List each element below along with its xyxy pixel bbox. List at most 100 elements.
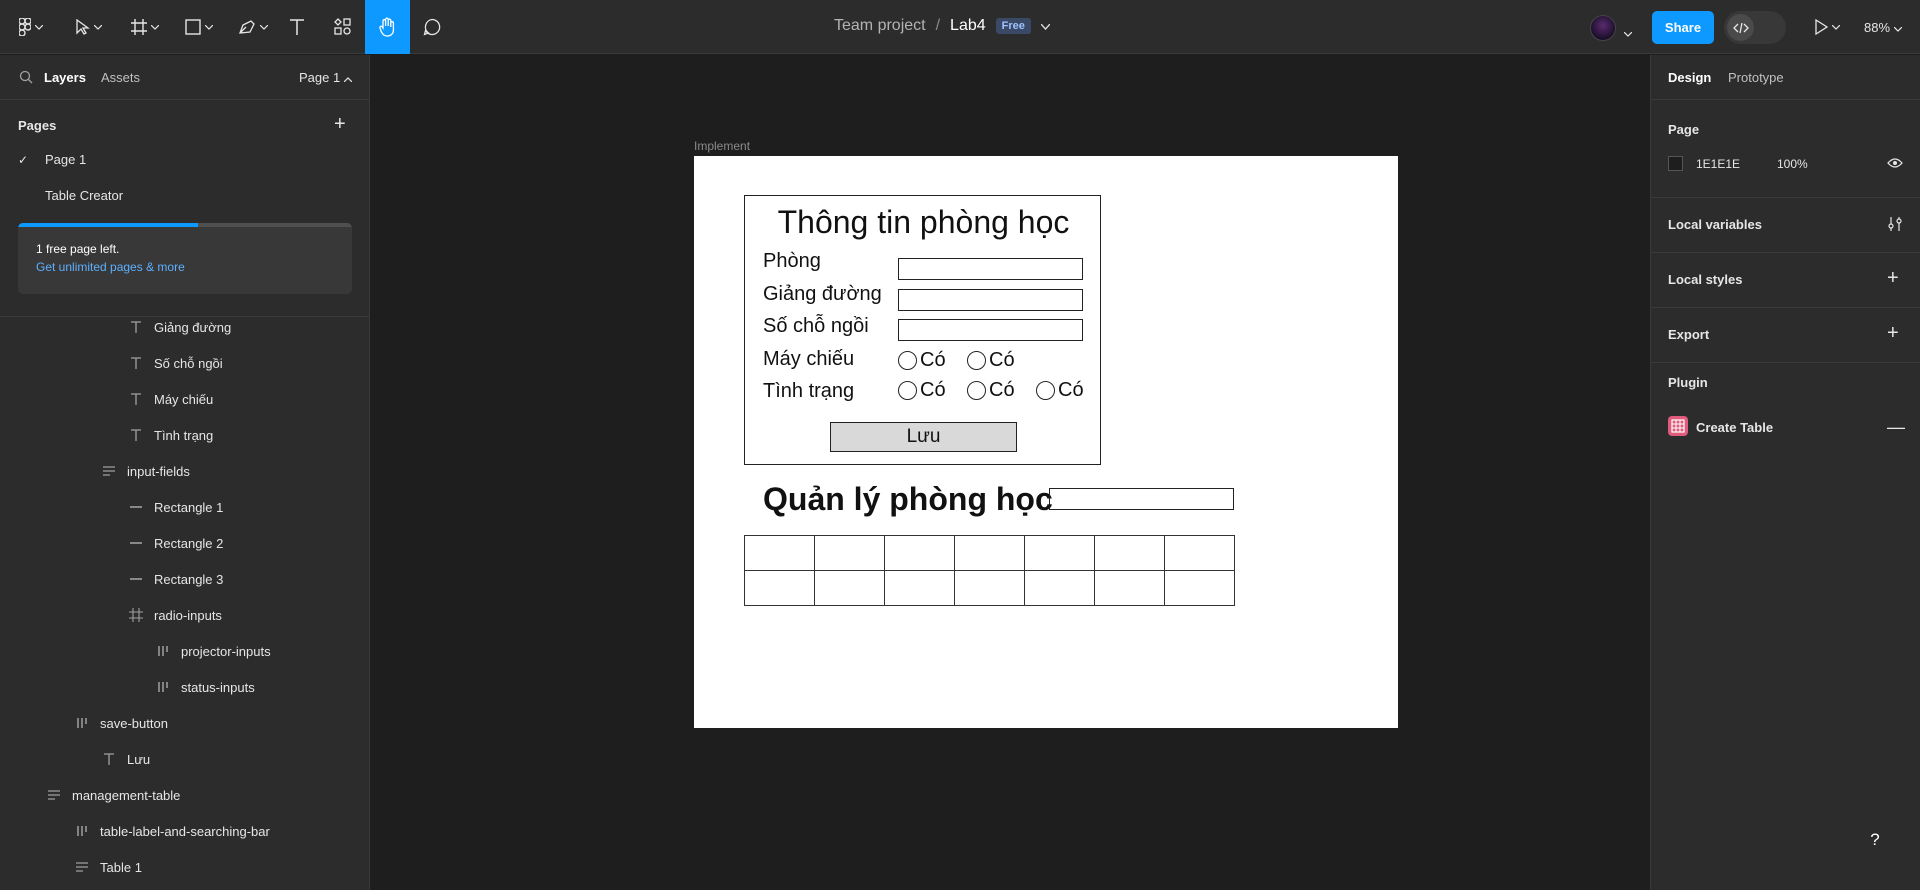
move-tool-button[interactable]	[70, 7, 108, 47]
layer-item[interactable]: table-label-and-searching-bar	[74, 821, 270, 841]
implement-frame[interactable]: Thông tin phòng học Phòng Giảng đường Số…	[694, 156, 1398, 728]
layer-item[interactable]: Rectangle 1	[128, 497, 223, 517]
free-pages-progress	[18, 223, 352, 227]
file-menu-chevron-icon[interactable]	[1040, 17, 1051, 35]
page-color-value[interactable]: 1E1E1E	[1696, 157, 1740, 171]
page-item-page-1[interactable]: Page 1	[45, 152, 86, 167]
add-page-icon[interactable]: +	[334, 114, 346, 134]
radio-status-1[interactable]: Có	[898, 379, 946, 402]
local-styles-label: Local styles	[1668, 272, 1743, 287]
radio-status-2[interactable]: Có	[967, 379, 1015, 402]
input-so-cho-ngoi[interactable]	[898, 319, 1083, 341]
room-info-form[interactable]: Thông tin phòng học Phòng Giảng đường Số…	[744, 195, 1101, 465]
hand-icon	[378, 17, 397, 37]
layer-item[interactable]: Rectangle 2	[128, 533, 223, 553]
zoom-control[interactable]: 88%	[1864, 20, 1903, 35]
frame-tool-button[interactable]	[126, 7, 164, 47]
main-menu-button[interactable]	[14, 7, 48, 47]
upgrade-link[interactable]: Get unlimited pages & more	[36, 260, 185, 274]
table-cell[interactable]	[1094, 535, 1165, 571]
layer-item[interactable]: Số chỗ ngồi	[128, 353, 223, 373]
shape-tool-button[interactable]	[180, 7, 218, 47]
file-name[interactable]: Lab4	[950, 17, 986, 35]
remove-plugin-icon[interactable]: —	[1887, 417, 1905, 438]
tab-design[interactable]: Design	[1668, 70, 1711, 85]
layer-item[interactable]: Lưu	[101, 749, 150, 769]
left-sidebar: Layers Assets Page 1 Pages + ✓ Page 1 Ta…	[0, 55, 370, 890]
horizontal-stack-icon	[74, 715, 90, 731]
hand-tool-button[interactable]	[365, 0, 410, 54]
table-cell[interactable]	[1164, 535, 1235, 571]
label-phong: Phòng	[763, 250, 821, 272]
radio-label: Có	[989, 379, 1015, 401]
text-tool-button[interactable]	[286, 7, 308, 47]
table-cell[interactable]	[884, 535, 955, 571]
search-icon[interactable]	[19, 70, 33, 87]
table-cell[interactable]	[1094, 570, 1165, 606]
page-selector[interactable]: Page 1	[299, 70, 353, 85]
resources-button[interactable]	[330, 7, 356, 47]
layer-item[interactable]: radio-inputs	[128, 605, 222, 625]
layer-item[interactable]: management-table	[46, 785, 180, 805]
table-cell[interactable]	[814, 570, 885, 606]
text-icon	[128, 391, 144, 407]
layer-item[interactable]: projector-inputs	[155, 641, 271, 661]
text-icon	[128, 427, 144, 443]
layer-item[interactable]: Máy chiếu	[128, 389, 213, 409]
search-input[interactable]	[1049, 488, 1234, 510]
text-icon	[101, 751, 117, 767]
variables-icon[interactable]	[1887, 216, 1903, 235]
table-cell[interactable]	[954, 535, 1025, 571]
table-cell[interactable]	[744, 570, 815, 606]
page-color-swatch[interactable]	[1668, 156, 1683, 171]
management-table[interactable]	[744, 535, 1235, 606]
help-button[interactable]: ?	[1858, 823, 1892, 857]
label-so-cho-ngoi: Số chỗ ngồi	[763, 315, 869, 337]
save-button[interactable]: Lưu	[830, 422, 1017, 452]
plugin-name[interactable]: Create Table	[1696, 420, 1773, 435]
pen-tool-button[interactable]	[234, 7, 272, 47]
radio-status-3[interactable]: Có	[1036, 379, 1084, 402]
present-button[interactable]	[1810, 7, 1844, 47]
table-cell[interactable]	[1164, 570, 1235, 606]
team-name[interactable]: Team project	[834, 17, 926, 35]
layer-label: Rectangle 1	[154, 499, 224, 515]
share-button[interactable]: Share	[1652, 11, 1714, 44]
tab-assets[interactable]: Assets	[101, 70, 140, 85]
table-cell[interactable]	[1024, 535, 1095, 571]
add-export-icon[interactable]: +	[1887, 323, 1899, 343]
page-item-table-creator[interactable]: Table Creator	[45, 188, 123, 203]
frame-label[interactable]: Implement	[694, 139, 750, 153]
tab-prototype[interactable]: Prototype	[1728, 70, 1784, 85]
layer-item[interactable]: save-button	[74, 713, 168, 733]
layer-label: Table 1	[100, 859, 142, 875]
table-cell[interactable]	[744, 535, 815, 571]
table-cell[interactable]	[954, 570, 1025, 606]
layer-item[interactable]: status-inputs	[155, 677, 255, 697]
local-styles-section[interactable]: Local styles +	[1651, 253, 1920, 308]
radio-projector-1[interactable]: Có	[898, 349, 946, 372]
input-phong[interactable]	[898, 258, 1083, 280]
layer-item[interactable]: Rectangle 3	[128, 569, 223, 589]
input-giang-duong[interactable]	[898, 289, 1083, 311]
export-section[interactable]: Export +	[1651, 308, 1920, 363]
layer-item[interactable]: Table 1	[74, 857, 142, 877]
layer-item[interactable]: input-fields	[101, 461, 190, 481]
table-cell[interactable]	[1024, 570, 1095, 606]
tab-layers[interactable]: Layers	[44, 70, 86, 85]
layer-item[interactable]: Tình trạng	[128, 425, 213, 445]
eye-icon[interactable]	[1887, 157, 1903, 172]
table-cell[interactable]	[814, 535, 885, 571]
page-opacity-value[interactable]: 100%	[1777, 157, 1808, 171]
avatar-chevron-icon[interactable]	[1623, 25, 1633, 40]
comment-tool-button[interactable]	[420, 7, 444, 47]
layer-item[interactable]: Giảng đường	[128, 317, 231, 337]
form-title: Thông tin phòng học	[777, 204, 1070, 240]
dev-mode-toggle[interactable]	[1724, 11, 1786, 44]
figma-logo-icon	[19, 18, 31, 36]
add-style-icon[interactable]: +	[1887, 268, 1899, 288]
table-cell[interactable]	[884, 570, 955, 606]
local-variables-section[interactable]: Local variables	[1651, 198, 1920, 253]
radio-projector-2[interactable]: Có	[967, 349, 1015, 372]
avatar[interactable]	[1590, 15, 1616, 41]
